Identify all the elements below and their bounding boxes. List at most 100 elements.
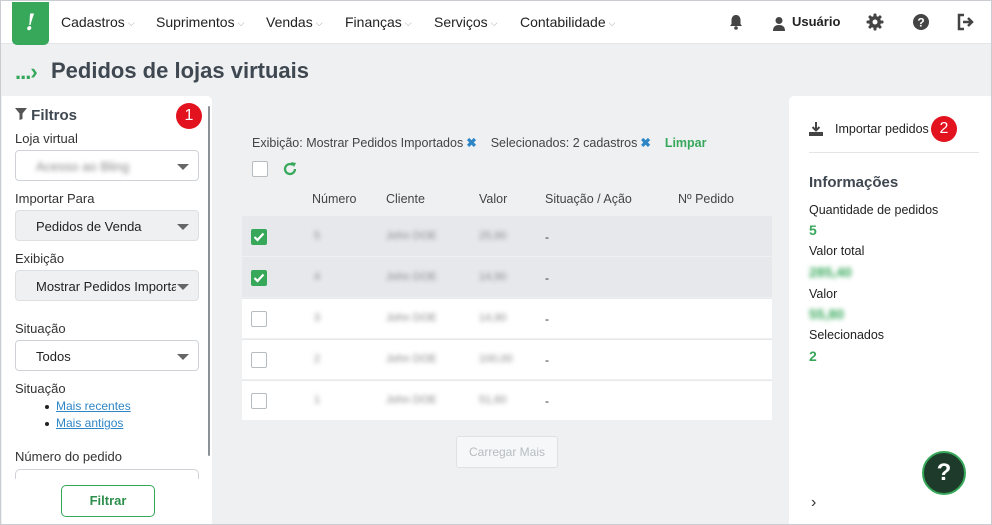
caret-down-icon <box>177 354 189 360</box>
divider <box>809 152 979 153</box>
store-select-value: Acesso ao Bling <box>36 159 130 174</box>
sort-label: Situação <box>15 381 66 396</box>
status-label: Situação <box>15 321 66 336</box>
cell-cliente: John DOE <box>386 353 437 365</box>
col-header-valor[interactable]: Valor <box>479 192 507 206</box>
close-icon[interactable]: ✖ <box>466 136 476 150</box>
nav-financas[interactable]: Finanças ⌵ <box>345 14 412 30</box>
breadcrumb[interactable]: ...› <box>15 59 38 85</box>
display-select[interactable]: Mostrar Pedidos Importados <box>15 270 199 301</box>
user-icon <box>773 17 785 31</box>
total-value: 285,40 <box>809 264 852 280</box>
cell-valor: 25,90 <box>479 230 507 242</box>
import-select-value: Pedidos de Venda <box>36 219 142 234</box>
load-more-button[interactable]: Carregar Mais <box>456 436 558 468</box>
clear-filters-link[interactable]: Limpar <box>665 136 707 150</box>
chevron-right-icon: › <box>30 59 37 84</box>
logo-mark: ! <box>25 10 36 36</box>
app-logo[interactable]: ! <box>12 2 49 45</box>
expand-panel-icon[interactable]: › <box>811 494 816 512</box>
nav-vendas[interactable]: Vendas ⌵ <box>266 14 323 30</box>
cell-numero: 5 <box>314 230 321 242</box>
row-checkbox[interactable] <box>251 270 267 286</box>
chevron-down-icon: ⌵ <box>608 18 616 28</box>
info-title: Informações <box>809 174 899 191</box>
refresh-icon[interactable] <box>282 161 298 177</box>
cell-situacao: - <box>545 353 549 367</box>
filter-button[interactable]: Filtrar <box>61 485 155 517</box>
status-select-value: Todos <box>36 349 71 364</box>
row-checkbox[interactable] <box>251 352 267 368</box>
annotation-badge-2: 2 <box>931 116 957 142</box>
cell-numero: 1 <box>314 394 321 406</box>
col-header-cliente[interactable]: Cliente <box>386 192 425 206</box>
status-select[interactable]: Todos <box>15 340 199 371</box>
cell-cliente: John DOE <box>386 230 437 242</box>
close-icon[interactable]: ✖ <box>640 136 650 150</box>
cell-cliente: John DOE <box>386 312 437 324</box>
nav-suprimentos[interactable]: Suprimentos ⌵ <box>156 14 244 30</box>
list-item: Mais antigos <box>42 415 131 432</box>
chevron-down-icon: ⌵ <box>127 18 135 28</box>
caret-down-icon <box>177 164 189 170</box>
nav-cadastros[interactable]: Cadastros ⌵ <box>61 14 135 30</box>
col-header-n-pedido[interactable]: Nº Pedido <box>678 192 734 206</box>
download-icon <box>809 122 823 136</box>
cell-situacao: - <box>545 271 549 285</box>
col-header-situacao[interactable]: Situação / Ação <box>545 192 632 206</box>
cell-situacao: - <box>545 230 549 244</box>
top-navbar: ! Cadastros ⌵ Suprimentos ⌵ Vendas ⌵ Finanç… <box>1 1 991 45</box>
cell-numero: 4 <box>314 271 321 283</box>
import-orders-button[interactable]: Importar pedidos <box>835 122 929 136</box>
selected-label: Selecionados <box>809 328 885 342</box>
order-number-label: Número do pedido <box>15 449 122 464</box>
nav-servicos[interactable]: Serviços ⌵ <box>434 14 498 30</box>
chip-display: Exibição: Mostrar Pedidos Importados <box>252 136 464 150</box>
cell-valor: 14,90 <box>479 271 507 283</box>
cell-valor: 100,00 <box>479 353 513 365</box>
chevron-down-icon: ⌵ <box>404 18 412 28</box>
table-row[interactable]: 5 John DOE 25,90 - <box>242 216 772 256</box>
annotation-badge-1: 1 <box>176 103 202 129</box>
filters-title: Filtros <box>15 107 77 124</box>
sort-oldest-link[interactable]: Mais antigos <box>56 416 123 430</box>
chevron-down-icon: ⌵ <box>315 18 323 28</box>
gear-icon[interactable] <box>865 12 885 32</box>
cell-cliente: John DOE <box>386 271 437 283</box>
help-chat-button[interactable]: ? <box>922 451 966 495</box>
select-all-checkbox[interactable] <box>252 161 268 177</box>
cell-situacao: - <box>545 312 549 326</box>
table-row[interactable]: 1 John DOE 51,60 - <box>242 380 772 420</box>
order-number-input[interactable] <box>15 469 199 479</box>
table-row[interactable]: 2 John DOE 100,00 - <box>242 339 772 379</box>
sort-links: Mais recentes Mais antigos <box>42 398 131 432</box>
logout-icon[interactable] <box>956 12 976 32</box>
selected-value: 2 <box>809 348 817 364</box>
cell-situacao: - <box>545 394 549 408</box>
value-label: Valor <box>809 287 838 301</box>
active-filters: Exibição: Mostrar Pedidos Importados ✖ Sel… <box>252 135 707 150</box>
check-icon <box>253 232 265 242</box>
col-header-numero[interactable]: Número <box>312 192 356 206</box>
row-checkbox[interactable] <box>251 229 267 245</box>
store-select[interactable]: Acesso ao Bling <box>15 150 199 181</box>
import-select[interactable]: Pedidos de Venda <box>15 210 199 241</box>
qty-value: 5 <box>809 222 817 238</box>
bell-icon[interactable] <box>726 12 746 32</box>
check-icon <box>253 273 265 283</box>
table-row[interactable]: 4 John DOE 14,90 - <box>242 257 772 297</box>
user-menu[interactable]: Usuário <box>792 14 840 29</box>
chevron-down-icon: ⌵ <box>237 18 245 28</box>
total-label: Valor total <box>809 244 865 258</box>
sort-recent-link[interactable]: Mais recentes <box>56 399 131 413</box>
sidebar-scrollbar[interactable] <box>208 106 210 456</box>
row-checkbox[interactable] <box>251 311 267 327</box>
import-label: Importar Para <box>15 191 95 206</box>
nav-contabilidade[interactable]: Contabilidade ⌵ <box>520 14 615 30</box>
help-icon[interactable]: ? <box>911 12 931 32</box>
chevron-down-icon: ⌵ <box>490 18 498 28</box>
table-row[interactable]: 3 John DOE 14,90 - <box>242 298 772 338</box>
row-checkbox[interactable] <box>251 393 267 409</box>
info-panel: Importar pedidos 2 Informações Quantidad… <box>789 96 991 524</box>
svg-text:?: ? <box>917 16 924 30</box>
